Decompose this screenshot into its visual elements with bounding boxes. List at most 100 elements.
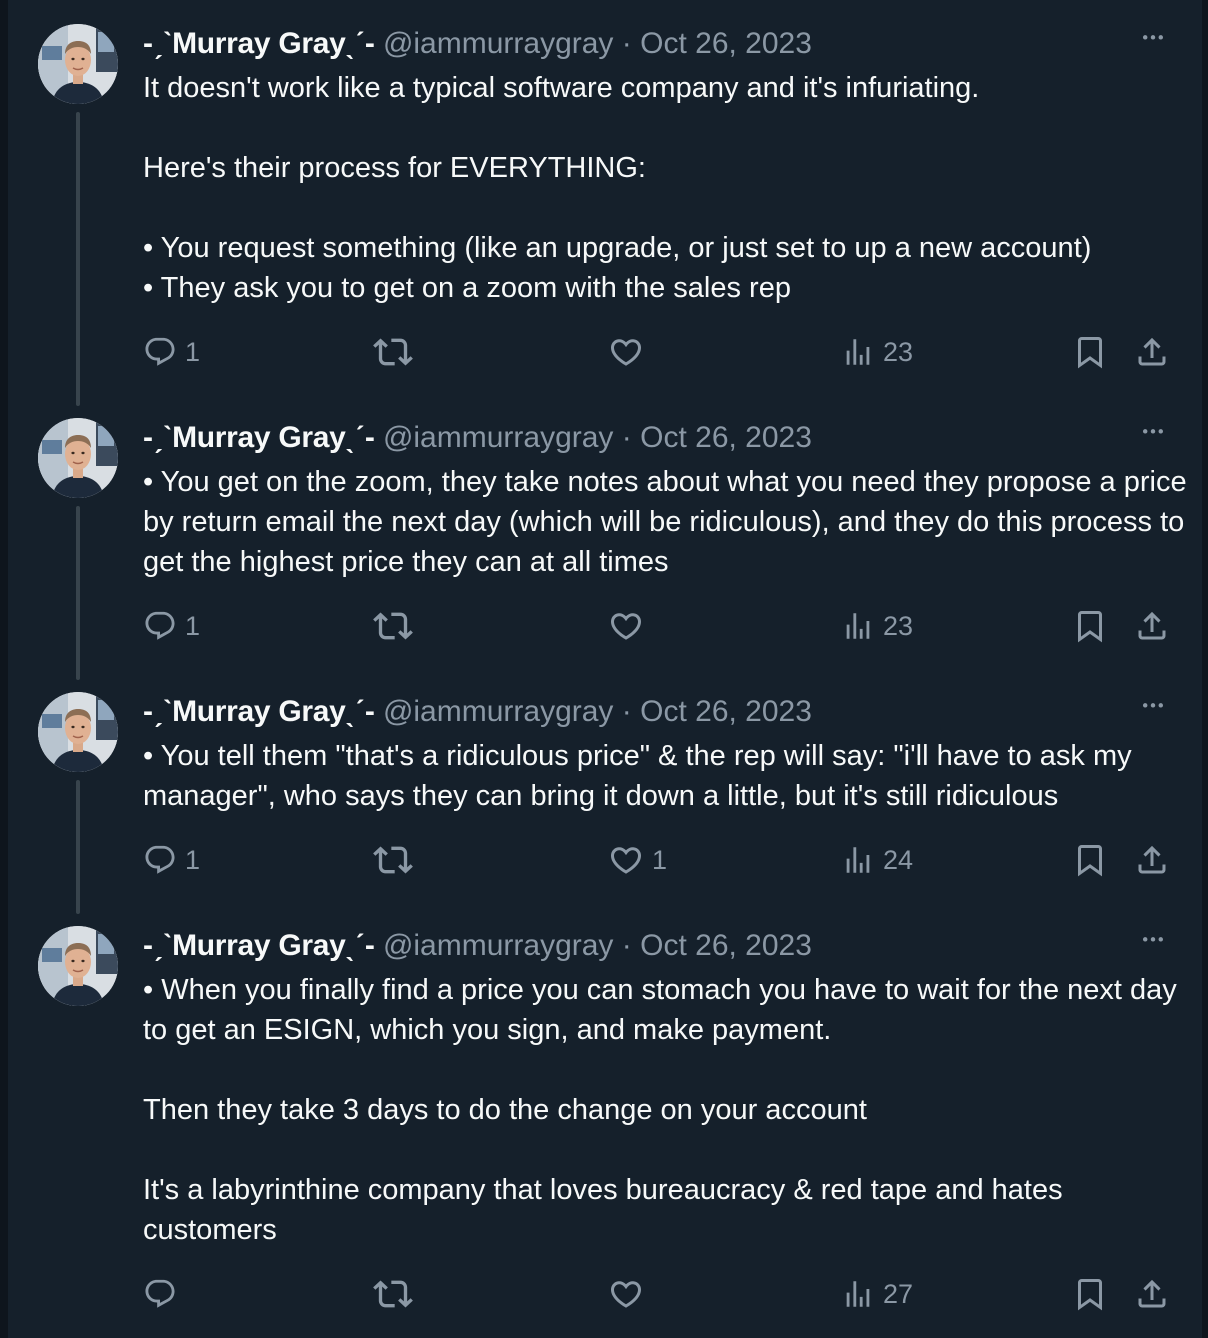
- retweet-icon: [373, 840, 413, 880]
- tweet-paragraph: Here's their process for EVERYTHING:: [143, 152, 646, 184]
- tweet-actions: 1 23: [143, 606, 1183, 646]
- share-button[interactable]: [1134, 840, 1170, 880]
- share-button[interactable]: [1134, 332, 1170, 372]
- tweet-header: -ˏˋMurray Grayˎˊ- @iammurraygray · Oct 2…: [143, 418, 812, 458]
- author-avatar[interactable]: [38, 24, 118, 104]
- tweet-header: -ˏˋMurray Grayˎˊ- @iammurraygray · Oct 2…: [143, 692, 812, 732]
- more-options-button[interactable]: [1133, 30, 1173, 58]
- separator-dot: ·: [621, 929, 632, 962]
- tweet-text: • You tell them "that's a ridiculous pri…: [143, 736, 1188, 816]
- author-handle[interactable]: @iammurraygray: [383, 695, 614, 728]
- author-handle[interactable]: @iammurraygray: [383, 421, 614, 454]
- retweet-button[interactable]: [373, 1274, 421, 1314]
- share-button[interactable]: [1134, 1274, 1170, 1314]
- retweet-button[interactable]: [373, 840, 421, 880]
- thread-connector: [76, 506, 80, 680]
- reply-icon: [143, 1277, 177, 1311]
- tweet-text: It doesn't work like a typical software …: [143, 68, 1188, 308]
- thread-connector: [76, 112, 80, 406]
- reply-button[interactable]: [143, 1274, 185, 1314]
- avatar-photo-icon: [38, 24, 118, 104]
- reply-count: 1: [185, 610, 201, 641]
- heart-icon: [608, 842, 644, 878]
- retweet-icon: [373, 606, 413, 646]
- share-icon: [1134, 608, 1170, 644]
- retweet-icon: [373, 332, 413, 372]
- bookmark-icon: [1072, 334, 1108, 370]
- reply-icon: [143, 609, 177, 643]
- more-icon: [1133, 932, 1173, 960]
- author-handle[interactable]: @iammurraygray: [383, 929, 614, 962]
- more-icon: [1133, 30, 1173, 58]
- like-button[interactable]: [608, 332, 652, 372]
- like-button[interactable]: [608, 1274, 652, 1314]
- views-button[interactable]: 23: [841, 332, 913, 372]
- reply-count: 1: [185, 844, 201, 875]
- tweet-paragraph: Then they take 3 days to do the change o…: [143, 1094, 867, 1126]
- tweet-actions: 1 23: [143, 332, 1183, 372]
- tweet-text: • When you finally find a price you can …: [143, 970, 1188, 1250]
- tweet-paragraph: • You tell them "that's a ridiculous pri…: [143, 740, 1140, 812]
- author-avatar[interactable]: [38, 692, 118, 772]
- heart-icon: [608, 334, 644, 370]
- author-handle[interactable]: @iammurraygray: [383, 27, 614, 60]
- tweet-paragraph: • You request something (like an upgrade…: [143, 232, 1092, 304]
- retweet-button[interactable]: [373, 332, 421, 372]
- more-options-button[interactable]: [1133, 932, 1173, 960]
- window-frame-right: [1202, 0, 1208, 1338]
- separator-dot: ·: [621, 695, 632, 728]
- view-count: 23: [883, 336, 914, 367]
- like-count: 1: [652, 844, 668, 875]
- more-options-button[interactable]: [1133, 424, 1173, 452]
- views-button[interactable]: 27: [841, 1274, 913, 1314]
- tweet-date[interactable]: Oct 26, 2023: [640, 27, 812, 60]
- author-name[interactable]: -ˏˋMurray Grayˎˊ-: [143, 929, 375, 962]
- more-icon: [1133, 698, 1173, 726]
- bookmark-button[interactable]: [1072, 332, 1108, 372]
- views-chart-icon: [841, 609, 875, 643]
- avatar-photo-icon: [38, 692, 118, 772]
- separator-dot: ·: [621, 421, 632, 454]
- tweet-header: -ˏˋMurray Grayˎˊ- @iammurraygray · Oct 2…: [143, 24, 812, 64]
- bookmark-icon: [1072, 842, 1108, 878]
- views-chart-icon: [841, 335, 875, 369]
- tweet-date[interactable]: Oct 26, 2023: [640, 929, 812, 962]
- tweet-date[interactable]: Oct 26, 2023: [640, 421, 812, 454]
- author-avatar[interactable]: [38, 926, 118, 1006]
- avatar-photo-icon: [38, 926, 118, 1006]
- bookmark-button[interactable]: [1072, 1274, 1108, 1314]
- bookmark-button[interactable]: [1072, 840, 1108, 880]
- author-name[interactable]: -ˏˋMurray Grayˎˊ-: [143, 421, 375, 454]
- view-count: 23: [883, 610, 914, 641]
- reply-icon: [143, 843, 177, 877]
- tweet-paragraph: • When you finally find a price you can …: [143, 974, 1185, 1046]
- reply-button[interactable]: 1: [143, 332, 200, 372]
- view-count: 27: [883, 1278, 914, 1309]
- like-button[interactable]: [608, 606, 652, 646]
- bookmark-icon: [1072, 608, 1108, 644]
- share-icon: [1134, 842, 1170, 878]
- views-button[interactable]: 24: [841, 840, 913, 880]
- more-options-button[interactable]: [1133, 698, 1173, 726]
- heart-icon: [608, 608, 644, 644]
- author-name[interactable]: -ˏˋMurray Grayˎˊ-: [143, 27, 375, 60]
- reply-icon: [143, 335, 177, 369]
- reply-button[interactable]: 1: [143, 606, 200, 646]
- bookmark-button[interactable]: [1072, 606, 1108, 646]
- author-name[interactable]: -ˏˋMurray Grayˎˊ-: [143, 695, 375, 728]
- thread-connector: [76, 780, 80, 914]
- tweet-paragraph: It's a labyrinthine company that loves b…: [143, 1174, 1071, 1246]
- tweet-header: -ˏˋMurray Grayˎˊ- @iammurraygray · Oct 2…: [143, 926, 812, 966]
- window-frame-left: [0, 0, 8, 1338]
- share-button[interactable]: [1134, 606, 1170, 646]
- reply-button[interactable]: 1: [143, 840, 200, 880]
- retweet-button[interactable]: [373, 606, 421, 646]
- views-chart-icon: [841, 1277, 875, 1311]
- share-icon: [1134, 1276, 1170, 1312]
- author-avatar[interactable]: [38, 418, 118, 498]
- separator-dot: ·: [621, 27, 632, 60]
- views-button[interactable]: 23: [841, 606, 913, 646]
- heart-icon: [608, 1276, 644, 1312]
- like-button[interactable]: 1: [608, 840, 667, 880]
- tweet-date[interactable]: Oct 26, 2023: [640, 695, 812, 728]
